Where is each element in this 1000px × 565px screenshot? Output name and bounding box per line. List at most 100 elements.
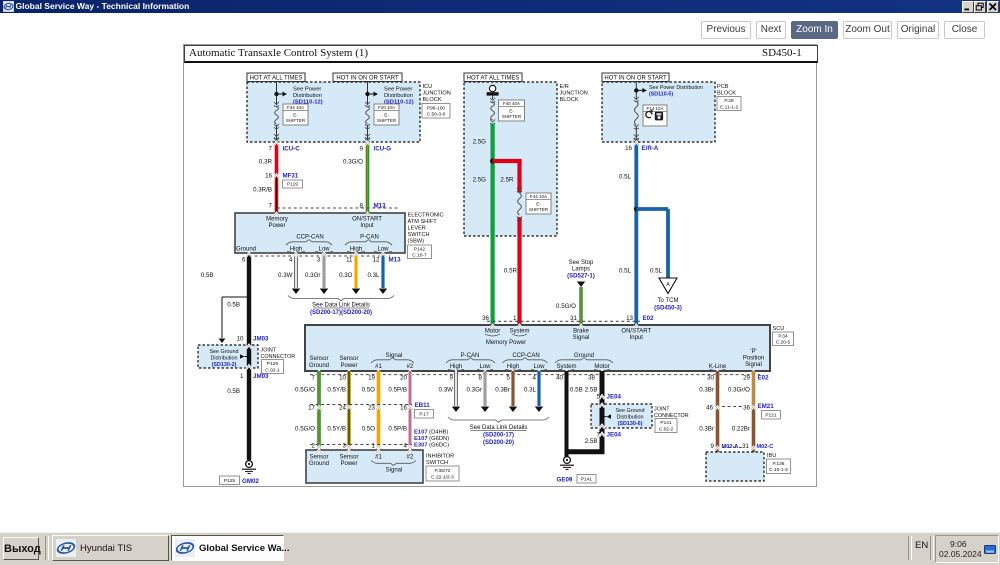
svg-text:See Ground: See Ground <box>615 408 644 414</box>
svg-text:0.5L: 0.5L <box>650 268 663 275</box>
svg-text:Signal: Signal <box>573 335 590 341</box>
svg-text:(SD200-17)(SD200-20): (SD200-17)(SD200-20) <box>310 310 372 316</box>
svg-text:23: 23 <box>368 405 375 412</box>
svg-text:2.5R: 2.5R <box>500 177 514 184</box>
svg-text:E02: E02 <box>643 315 655 322</box>
svg-text:9: 9 <box>450 375 454 382</box>
svg-text:46: 46 <box>706 405 713 412</box>
svg-text:Sensor: Sensor <box>339 356 358 362</box>
svg-text:JM03: JM03 <box>253 336 269 343</box>
svg-text:0.3Gr: 0.3Gr <box>305 272 320 279</box>
svg-text:Position: Position <box>743 356 764 362</box>
svg-text:HOT AT ALL TIMES: HOT AT ALL TIMES <box>467 75 520 81</box>
svg-text:GE09: GE09 <box>557 477 573 484</box>
svg-text:0.5B: 0.5B <box>227 388 240 395</box>
svg-text:M13: M13 <box>389 257 402 264</box>
svg-text:C.02-2: C.02-2 <box>659 426 674 432</box>
svg-text:Signal: Signal <box>386 353 403 359</box>
svg-text:P.26: P.26 <box>724 98 734 104</box>
svg-text:(SD527-1): (SD527-1) <box>567 273 595 279</box>
svg-text:#2: #2 <box>407 455 414 461</box>
svg-text:C.11-1-2: C.11-1-2 <box>720 104 739 110</box>
svg-text:2.5G: 2.5G <box>473 177 487 184</box>
svg-text:29: 29 <box>743 375 750 382</box>
svg-text:Power: Power <box>268 223 285 229</box>
svg-text:0.5L: 0.5L <box>619 174 632 181</box>
svg-text:Input: Input <box>360 223 374 229</box>
svg-text:4: 4 <box>404 443 408 450</box>
svg-text:BLOCK: BLOCK <box>560 97 579 103</box>
svg-text:Power: Power <box>340 461 357 467</box>
svg-text:3: 3 <box>317 257 321 264</box>
svg-text:SCU: SCU <box>773 326 785 332</box>
svg-text:HOT IN ON OR START: HOT IN ON OR START <box>604 75 667 81</box>
svg-text:HOT IN ON OR START: HOT IN ON OR START <box>336 75 399 81</box>
svg-text:See Power: See Power <box>293 87 321 93</box>
svg-text:ICU-G: ICU-G <box>374 146 392 153</box>
svg-text:3: 3 <box>343 443 347 450</box>
svg-text:0.3W: 0.3W <box>278 272 293 279</box>
svg-text:ELECTRONIC: ELECTRONIC <box>408 213 444 219</box>
svg-text:ICU: ICU <box>423 84 433 90</box>
svg-text:0.3Br: 0.3Br <box>495 387 510 394</box>
svg-text:F14 10A: F14 10A <box>646 106 663 111</box>
svg-text:0.3R: 0.3R <box>259 159 273 166</box>
svg-text:9: 9 <box>360 146 364 153</box>
svg-text:E-: E- <box>293 113 298 118</box>
svg-text:E02: E02 <box>758 375 770 382</box>
svg-text:16: 16 <box>400 405 407 412</box>
svg-text:(SD130-6): (SD130-6) <box>618 421 643 427</box>
svg-text:Ground: Ground <box>236 247 256 253</box>
svg-text:F34 10A: F34 10A <box>287 105 304 110</box>
svg-text:MF31: MF31 <box>283 173 299 180</box>
svg-text:Distribution: Distribution <box>211 356 238 362</box>
svg-text:P.17: P.17 <box>419 411 429 417</box>
svg-text:4: 4 <box>289 257 293 264</box>
svg-text:0.5G/O: 0.5G/O <box>556 303 576 310</box>
svg-text:HOT AT ALL TIMES: HOT AT ALL TIMES <box>250 75 303 81</box>
svg-text:P141: P141 <box>581 476 593 482</box>
svg-text:EM21: EM21 <box>758 403 775 410</box>
svg-text:6: 6 <box>242 257 246 264</box>
svg-text:Input: Input <box>630 335 644 341</box>
svg-text:CCP-CAN: CCP-CAN <box>296 235 323 241</box>
svg-text:ATM SHIFT: ATM SHIFT <box>408 219 438 225</box>
svg-text:See Data Link Details: See Data Link Details <box>470 425 528 431</box>
svg-text:Distribution: Distribution <box>293 93 322 99</box>
svg-text:38: 38 <box>588 375 595 382</box>
svg-text:See Power Distribution: See Power Distribution <box>649 85 703 91</box>
svg-text:8: 8 <box>479 375 483 382</box>
svg-text:GM02: GM02 <box>242 478 259 485</box>
svg-text:#1: #1 <box>375 364 382 370</box>
svg-text:(SBW): (SBW) <box>408 239 425 245</box>
svg-text:0.3W: 0.3W <box>439 387 454 394</box>
svg-text:5: 5 <box>597 394 601 401</box>
svg-text:See Ground: See Ground <box>209 349 238 355</box>
svg-text:Low: Low <box>533 364 545 370</box>
svg-text:SHIFTER: SHIFTER <box>502 114 522 119</box>
svg-text:16: 16 <box>625 145 632 152</box>
svg-text:C.22-1/2-3: C.22-1/2-3 <box>431 474 454 480</box>
svg-text:0.5O: 0.5O <box>362 387 376 394</box>
svg-text:E107 (G6DN): E107 (G6DN) <box>414 436 449 442</box>
svg-text:Distribution: Distribution <box>617 415 644 421</box>
svg-text:IBU: IBU <box>767 453 776 459</box>
svg-text:31: 31 <box>570 315 577 322</box>
svg-text:ON/START: ON/START <box>352 217 382 223</box>
svg-text:(SD110-5): (SD110-5) <box>649 92 673 98</box>
svg-text:0.3R/B: 0.3R/B <box>253 187 272 194</box>
svg-text:Lamps: Lamps <box>572 267 590 273</box>
svg-text:M02-C: M02-C <box>757 444 774 450</box>
svg-text:P-CAN: P-CAN <box>360 235 379 241</box>
svg-text:13: 13 <box>626 315 633 322</box>
svg-text:SWITCH: SWITCH <box>426 460 448 466</box>
svg-text:31: 31 <box>742 443 749 450</box>
svg-text:BLOCK: BLOCK <box>423 97 442 103</box>
svg-text:0.22Br: 0.22Br <box>732 426 750 433</box>
svg-text:P142: P142 <box>414 246 426 252</box>
svg-text:P141: P141 <box>660 420 672 426</box>
svg-text:10: 10 <box>237 336 244 343</box>
svg-text:40: 40 <box>556 375 563 382</box>
svg-text:See Power: See Power <box>384 87 412 93</box>
svg-text:0.5Y/B: 0.5Y/B <box>327 387 346 394</box>
